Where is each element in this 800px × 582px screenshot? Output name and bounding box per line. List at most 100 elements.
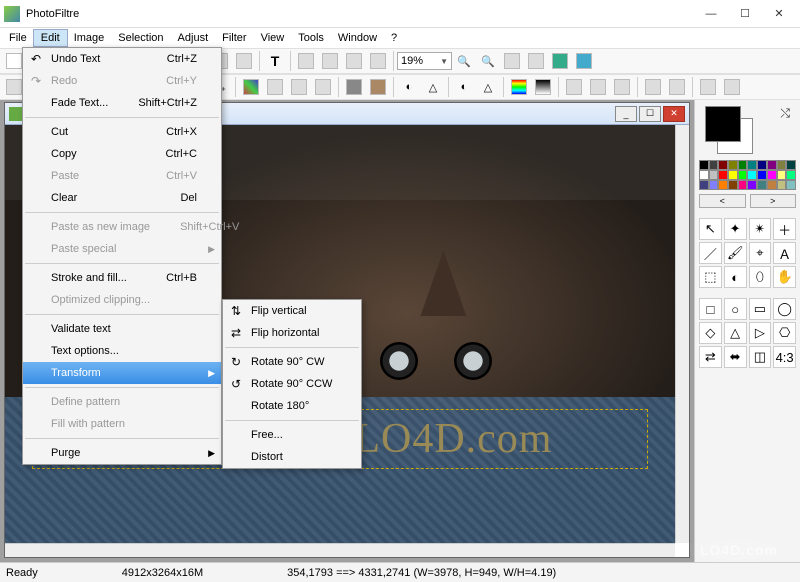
menu-tools[interactable]: Tools xyxy=(291,30,331,46)
foreground-color[interactable] xyxy=(705,106,741,142)
window-maximize-button[interactable]: ☐ xyxy=(728,3,762,25)
menu-item-flip-vertical[interactable]: ⇅Flip vertical xyxy=(223,300,361,322)
menu-item-validate-text[interactable]: Validate text xyxy=(23,318,221,340)
menu-item-transform[interactable]: Transform▶ xyxy=(23,362,221,384)
palette-color[interactable] xyxy=(747,170,757,180)
filter-grid4-icon[interactable] xyxy=(312,76,334,98)
tool-paste-icon[interactable] xyxy=(233,50,255,72)
palette-color[interactable] xyxy=(757,170,767,180)
filter-grid2-icon[interactable] xyxy=(264,76,286,98)
filter-d-icon[interactable] xyxy=(642,76,664,98)
menu-image[interactable]: Image xyxy=(67,30,112,46)
menu-edit[interactable]: Edit xyxy=(34,30,67,46)
tool-button[interactable]: ⇄ xyxy=(699,346,722,368)
palette-color[interactable] xyxy=(709,170,719,180)
palette-color[interactable] xyxy=(747,180,757,190)
zoom-actual-icon[interactable] xyxy=(525,50,547,72)
palette-color[interactable] xyxy=(777,180,787,190)
palette-color[interactable] xyxy=(738,160,748,170)
filter-blur-icon[interactable]: ◐ xyxy=(398,76,420,98)
tool-automate-icon[interactable] xyxy=(343,50,365,72)
tool-button[interactable]: ✦ xyxy=(724,218,747,240)
menu-item-distort[interactable]: Distort xyxy=(223,446,361,468)
menu-item-free-[interactable]: Free... xyxy=(223,424,361,446)
palette-color[interactable] xyxy=(757,160,767,170)
window-minimize-button[interactable]: — xyxy=(694,3,728,25)
filter-b-icon[interactable] xyxy=(587,76,609,98)
menu-view[interactable]: View xyxy=(254,30,292,46)
filter-sharp-icon[interactable]: △ xyxy=(422,76,444,98)
palette-color[interactable] xyxy=(738,180,748,190)
explorer-icon[interactable] xyxy=(573,50,595,72)
filter-c-icon[interactable] xyxy=(611,76,633,98)
palette-color[interactable] xyxy=(767,180,777,190)
menu-selection[interactable]: Selection xyxy=(111,30,170,46)
tool-button[interactable]: ⬚ xyxy=(699,266,722,288)
tool-button[interactable]: ✋ xyxy=(773,266,796,288)
tool-resize-icon[interactable] xyxy=(295,50,317,72)
filter-sharp2-icon[interactable]: △ xyxy=(477,76,499,98)
menu-item-undo-text[interactable]: ↶Undo TextCtrl+Z xyxy=(23,48,221,70)
tool-button[interactable]: 🖌 xyxy=(724,242,747,264)
zoom-combo[interactable]: 19%▼ xyxy=(397,52,452,70)
menu-item-rotate-90-ccw[interactable]: ↺Rotate 90° CCW xyxy=(223,373,361,395)
tool-button[interactable]: ⬌ xyxy=(724,346,747,368)
doc-maximize-button[interactable]: ☐ xyxy=(639,106,661,122)
palette-color[interactable] xyxy=(728,160,738,170)
palette-color[interactable] xyxy=(767,170,777,180)
menu-adjust[interactable]: Adjust xyxy=(171,30,216,46)
tool-button[interactable]: Ａ xyxy=(773,242,796,264)
menu-item-copy[interactable]: CopyCtrl+C xyxy=(23,143,221,165)
palette-color[interactable] xyxy=(757,180,767,190)
palette-color[interactable] xyxy=(718,160,728,170)
tool-button[interactable]: △ xyxy=(724,322,747,344)
menu-window[interactable]: Window xyxy=(331,30,384,46)
palette-color[interactable] xyxy=(728,170,738,180)
menu-item-fade-text-[interactable]: Fade Text...Shift+Ctrl+Z xyxy=(23,92,221,114)
tool-crop-icon[interactable] xyxy=(319,50,341,72)
palette-color[interactable] xyxy=(718,170,728,180)
zoom-in-icon[interactable]: 🔍 xyxy=(453,50,475,72)
filter-blur2-icon[interactable]: ◐ xyxy=(453,76,475,98)
menu-file[interactable]: File xyxy=(2,30,34,46)
vertical-scrollbar[interactable] xyxy=(675,125,689,543)
menu-item-rotate-180-[interactable]: Rotate 180° xyxy=(223,395,361,417)
palette-color[interactable] xyxy=(709,160,719,170)
palette-color[interactable] xyxy=(699,160,709,170)
horizontal-scrollbar[interactable] xyxy=(5,543,675,557)
palette-color[interactable] xyxy=(738,170,748,180)
tool-button[interactable]: ／ xyxy=(699,242,722,264)
tool-button[interactable]: ⎔ xyxy=(773,322,796,344)
tool-button[interactable]: ◇ xyxy=(699,322,722,344)
tool-button[interactable]: ▷ xyxy=(749,322,772,344)
filter-e-icon[interactable] xyxy=(666,76,688,98)
palette-color[interactable] xyxy=(699,170,709,180)
filter-grid3-icon[interactable] xyxy=(288,76,310,98)
filter-color-icon[interactable] xyxy=(508,76,530,98)
palette-color[interactable] xyxy=(728,180,738,190)
menu-item-flip-horizontal[interactable]: ⇄Flip horizontal xyxy=(223,322,361,344)
filter-gray-icon[interactable] xyxy=(343,76,365,98)
menu-item-cut[interactable]: CutCtrl+X xyxy=(23,121,221,143)
filter-grid1-icon[interactable] xyxy=(240,76,262,98)
fullscreen-icon[interactable] xyxy=(549,50,571,72)
doc-minimize-button[interactable]: _ xyxy=(615,106,637,122)
palette-next-button[interactable]: > xyxy=(750,194,797,208)
tool-button[interactable]: ↖ xyxy=(699,218,722,240)
palette-color[interactable] xyxy=(767,160,777,170)
palette-color[interactable] xyxy=(786,160,796,170)
menu-item-purge[interactable]: Purge▶ xyxy=(23,442,221,464)
filter-a-icon[interactable] xyxy=(563,76,585,98)
tool-text-icon[interactable]: T xyxy=(264,50,286,72)
palette-color[interactable] xyxy=(786,180,796,190)
filter-sepia-icon[interactable] xyxy=(367,76,389,98)
filter-gradient-icon[interactable] xyxy=(532,76,554,98)
tool-button[interactable]: 4:3 xyxy=(773,346,796,368)
menu-item-stroke-and-fill-[interactable]: Stroke and fill...Ctrl+B xyxy=(23,267,221,289)
palette-color[interactable] xyxy=(718,180,728,190)
zoom-out-icon[interactable]: 🔍 xyxy=(477,50,499,72)
menu-help[interactable]: ? xyxy=(384,30,404,46)
tool-button[interactable]: ⌖ xyxy=(749,242,772,264)
filter-g-icon[interactable] xyxy=(721,76,743,98)
tool-button[interactable]: ⬯ xyxy=(749,266,772,288)
